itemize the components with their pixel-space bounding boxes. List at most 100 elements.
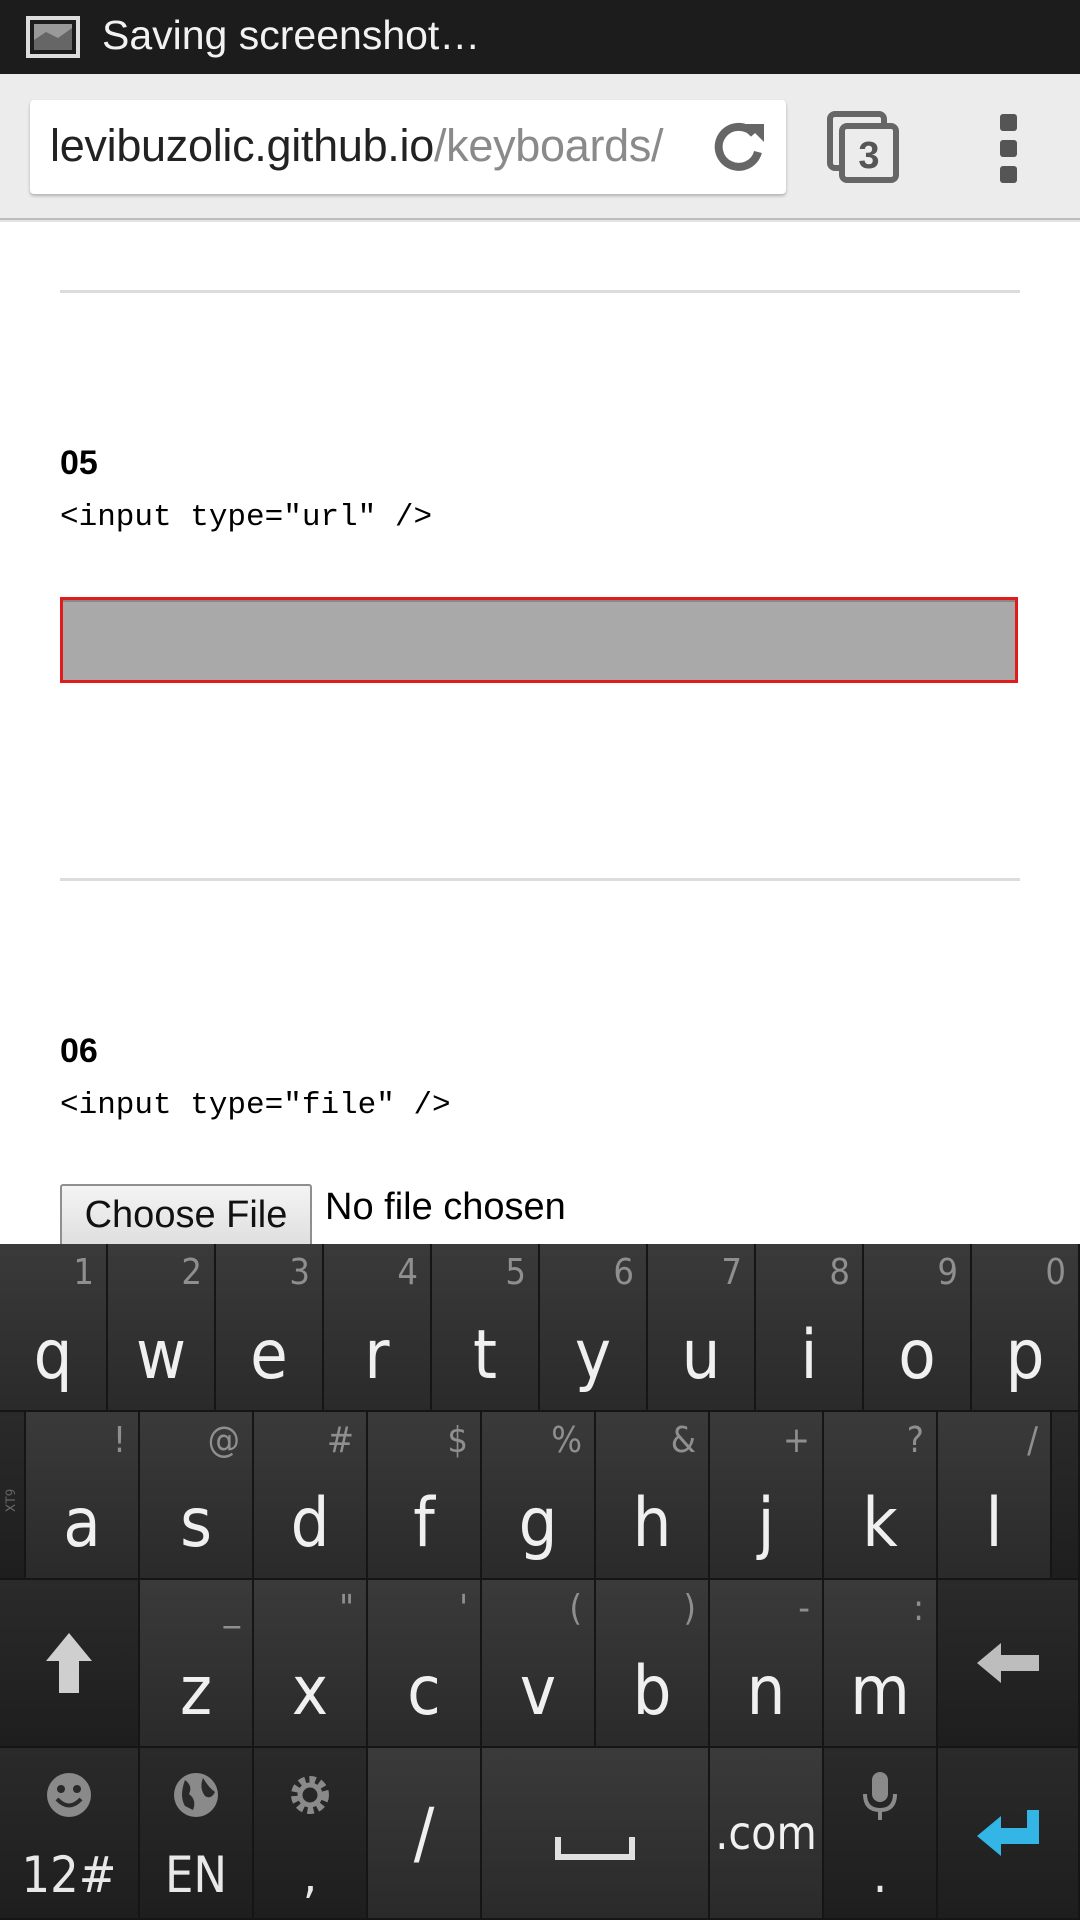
key-g[interactable]: % g xyxy=(482,1412,596,1580)
url-text[interactable]: levibuzolic.github.io/keyboards/ xyxy=(50,120,664,172)
key-e[interactable]: 3e xyxy=(216,1244,324,1412)
key-slash[interactable]: / xyxy=(368,1748,482,1920)
key-label: v xyxy=(519,1652,557,1731)
key-o[interactable]: 9o xyxy=(864,1244,972,1412)
status-bar: Saving screenshot… xyxy=(0,0,1080,74)
key-label: u xyxy=(681,1316,721,1395)
key-label: r xyxy=(364,1316,390,1395)
language-label: EN xyxy=(164,1846,228,1904)
key-label: .com xyxy=(715,1806,817,1860)
key-r[interactable]: 4r xyxy=(324,1244,432,1412)
key-hint: @ xyxy=(207,1420,240,1461)
key-u[interactable]: 7u xyxy=(648,1244,756,1412)
key-label: w xyxy=(135,1316,187,1395)
key-label: h xyxy=(632,1484,672,1563)
key-hint: 6 xyxy=(613,1252,634,1293)
key-n[interactable]: -n xyxy=(710,1580,824,1748)
gear-icon xyxy=(254,1770,366,1824)
language-key[interactable]: EN xyxy=(140,1748,254,1920)
shift-icon xyxy=(0,1580,138,1746)
address-bar[interactable]: levibuzolic.github.io/keyboards/ xyxy=(30,100,786,194)
key-w[interactable]: 2w xyxy=(108,1244,216,1412)
key-label: a xyxy=(63,1484,101,1563)
choose-file-button[interactable]: Choose File xyxy=(60,1184,312,1244)
key-f[interactable]: $ f xyxy=(368,1412,482,1580)
url-input[interactable] xyxy=(60,597,1018,683)
key-label: j xyxy=(757,1484,775,1563)
period-label: . xyxy=(872,1846,888,1904)
key-hint: _ xyxy=(223,1588,240,1629)
dotcom-key[interactable]: .com xyxy=(710,1748,824,1920)
divider xyxy=(60,290,1020,293)
key-hint: + xyxy=(782,1420,810,1461)
reload-icon[interactable] xyxy=(708,116,770,178)
key-hint: ' xyxy=(459,1588,468,1629)
key-label: k xyxy=(862,1484,898,1563)
key-hint: ? xyxy=(906,1420,924,1461)
section-number: 05 xyxy=(60,444,98,482)
key-a[interactable]: ! a xyxy=(26,1412,140,1580)
comma-label: , xyxy=(302,1846,318,1904)
key-hint: 9 xyxy=(937,1252,958,1293)
web-page: 05 <input type="url" /> 06 <input type="… xyxy=(0,222,1080,1244)
key-label: q xyxy=(33,1316,73,1395)
key-m[interactable]: :m xyxy=(824,1580,938,1748)
screenshot-icon xyxy=(26,16,80,58)
key-hint: 5 xyxy=(505,1252,526,1293)
key-label: t xyxy=(473,1316,497,1395)
shift-key[interactable] xyxy=(0,1580,140,1748)
file-status: No file chosen xyxy=(325,1186,566,1228)
key-p[interactable]: 0p xyxy=(972,1244,1080,1412)
notification-text: Saving screenshot… xyxy=(102,12,481,58)
key-b[interactable]: ) b xyxy=(596,1580,710,1748)
url-path: /keyboards/ xyxy=(433,120,664,171)
key-hint: ! xyxy=(113,1420,126,1461)
section-code: <input type="url" /> xyxy=(60,500,433,535)
tab-count: 3 xyxy=(858,135,879,177)
key-x[interactable]: " x xyxy=(254,1580,368,1748)
key-t[interactable]: 5t xyxy=(432,1244,540,1412)
key-label: g xyxy=(518,1484,558,1563)
key-label: y xyxy=(574,1316,612,1395)
key-hint: - xyxy=(798,1588,810,1629)
keyboard-side-spacer xyxy=(1052,1412,1080,1580)
key-hint: 8 xyxy=(829,1252,850,1293)
key-j[interactable]: + j xyxy=(710,1412,824,1580)
key-l[interactable]: / l xyxy=(938,1412,1052,1580)
key-label: b xyxy=(632,1652,672,1731)
backspace-key[interactable] xyxy=(938,1580,1080,1748)
key-label: d xyxy=(290,1484,330,1563)
key-label: / xyxy=(413,1794,435,1873)
enter-key[interactable] xyxy=(938,1748,1080,1920)
key-hint: : xyxy=(913,1588,924,1629)
key-label: i xyxy=(800,1316,818,1395)
mic-period-key[interactable]: . xyxy=(824,1748,938,1920)
key-label: c xyxy=(407,1652,441,1731)
key-hint: 1 xyxy=(73,1252,94,1293)
key-y[interactable]: 6y xyxy=(540,1244,648,1412)
key-h[interactable]: & h xyxy=(596,1412,710,1580)
key-k[interactable]: ? k xyxy=(824,1412,938,1580)
key-hint: & xyxy=(670,1420,696,1461)
symbols-key[interactable]: 12# xyxy=(0,1748,140,1920)
key-label: s xyxy=(180,1484,212,1563)
tab-switcher-icon[interactable]: 3 xyxy=(826,110,900,184)
overflow-menu-icon[interactable] xyxy=(990,114,1026,184)
key-label: o xyxy=(898,1316,936,1395)
space-icon xyxy=(482,1748,708,1918)
key-v[interactable]: (v xyxy=(482,1580,596,1748)
key-label: p xyxy=(1005,1316,1045,1395)
space-key[interactable] xyxy=(482,1748,710,1920)
key-d[interactable]: # d xyxy=(254,1412,368,1580)
key-hint: / xyxy=(1027,1420,1038,1461)
key-s[interactable]: @ s xyxy=(140,1412,254,1580)
globe-icon xyxy=(140,1770,252,1824)
settings-comma-key[interactable]: , xyxy=(254,1748,368,1920)
key-label: e xyxy=(250,1316,288,1395)
key-i[interactable]: 8i xyxy=(756,1244,864,1412)
divider xyxy=(60,878,1020,881)
key-q[interactable]: 1q xyxy=(0,1244,108,1412)
key-c[interactable]: ' c xyxy=(368,1580,482,1748)
key-z[interactable]: _ z xyxy=(140,1580,254,1748)
key-label: f xyxy=(413,1484,435,1563)
